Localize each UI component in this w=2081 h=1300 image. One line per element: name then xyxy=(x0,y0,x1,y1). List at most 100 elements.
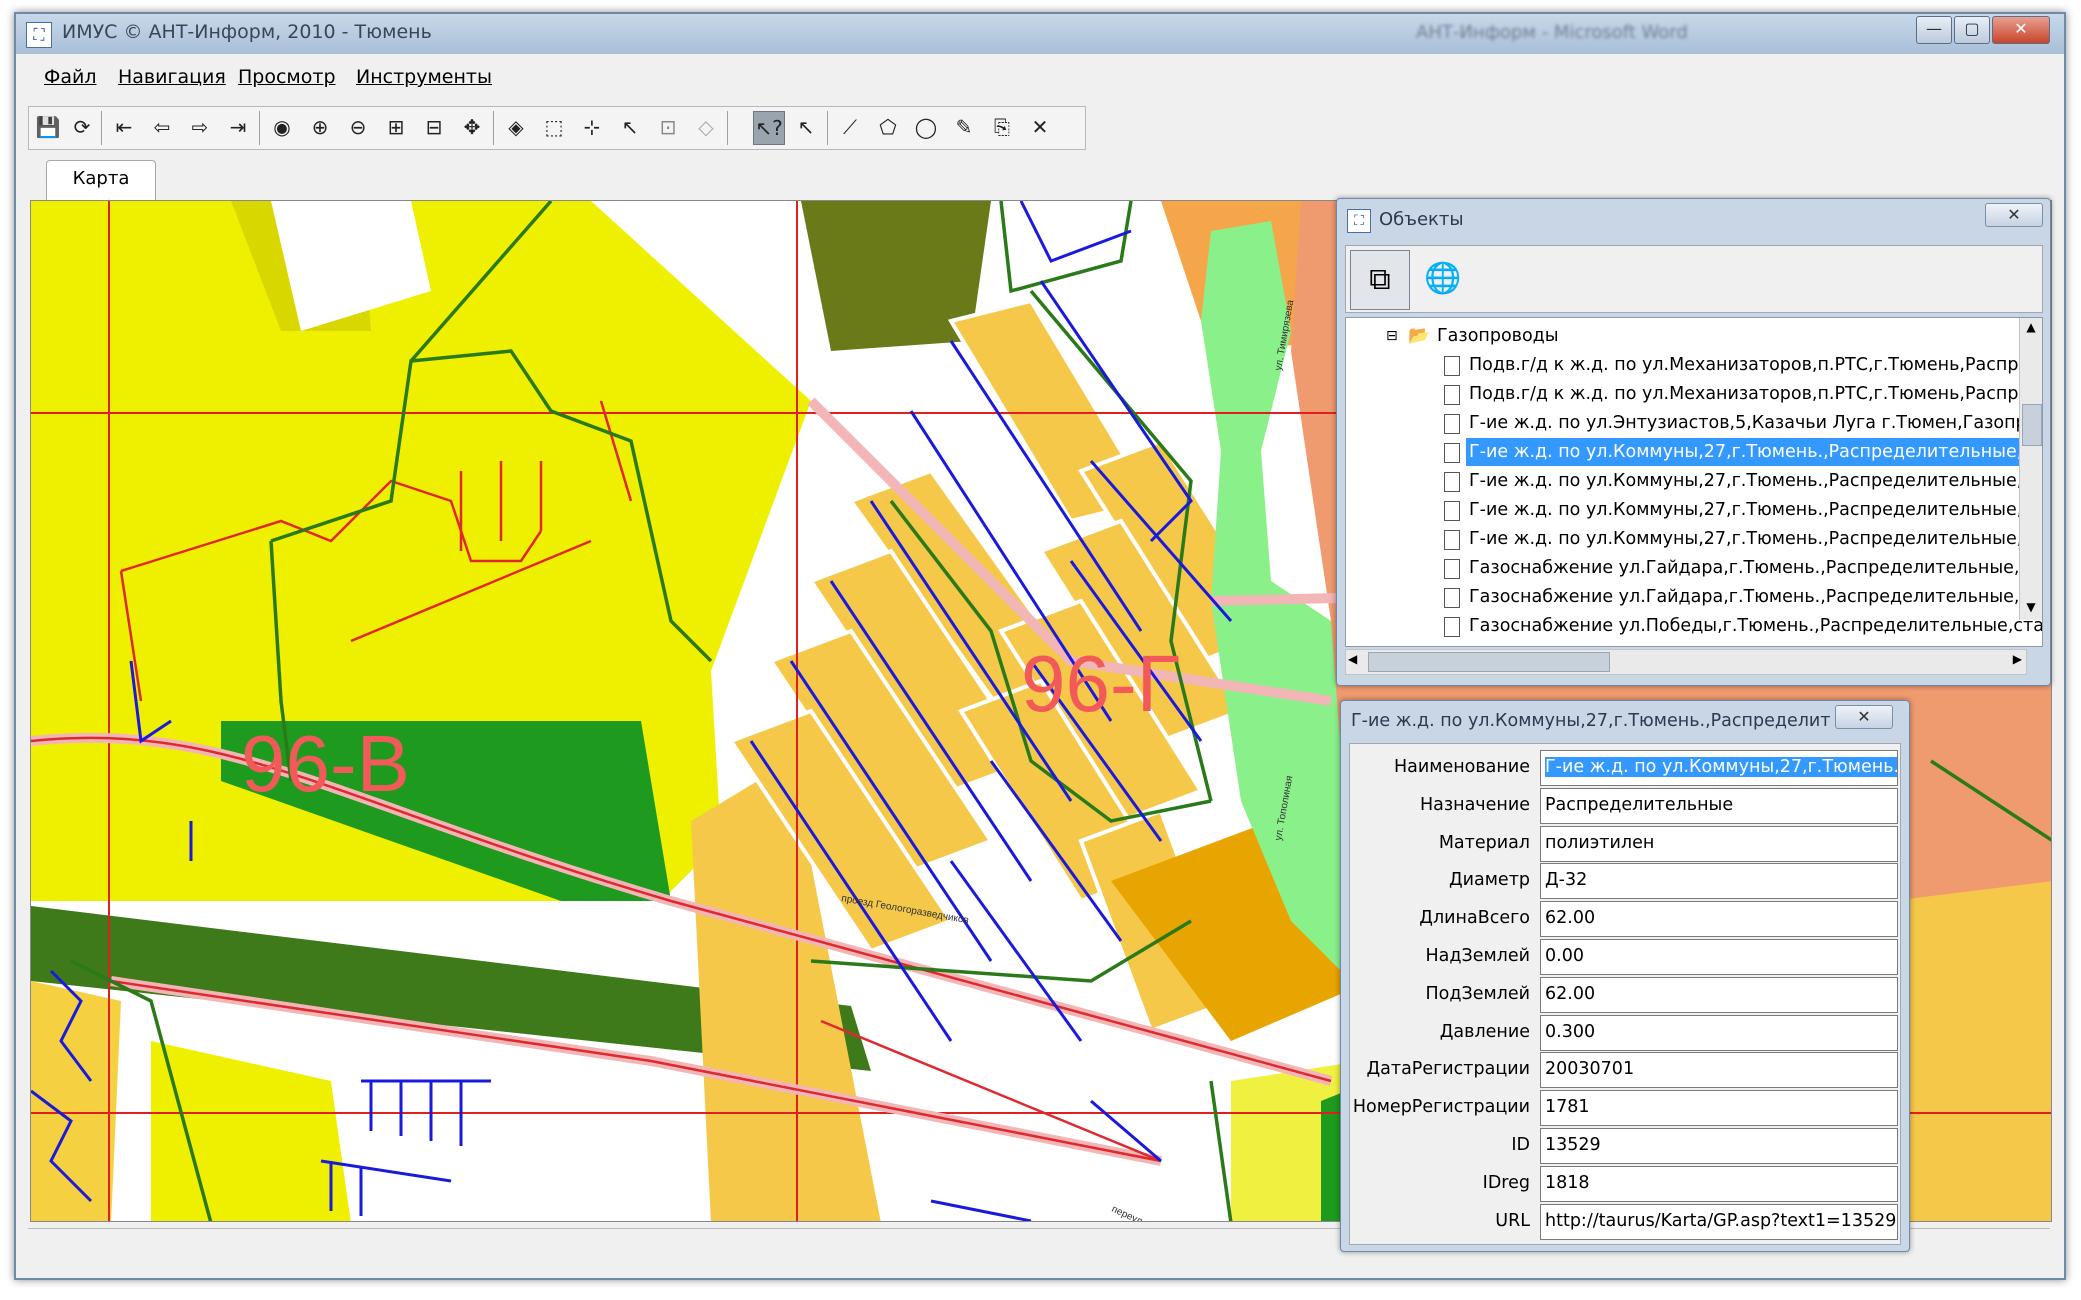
tree-item-label: Газоснабжение ул.Победы,г.Тюмень.,Распре… xyxy=(1469,616,2043,636)
objects-panel-close-button[interactable]: ✕ xyxy=(1985,203,2043,227)
globe-icon[interactable]: ◉ xyxy=(267,111,297,143)
scroll-left-icon[interactable]: ◀ xyxy=(1348,652,1357,666)
document-icon xyxy=(1444,588,1460,608)
pan-icon[interactable]: ✥ xyxy=(457,111,487,143)
menu-view[interactable]: Просмотр xyxy=(238,66,336,88)
draw-circle-icon[interactable]: ◯ xyxy=(911,111,941,143)
refresh-icon[interactable]: ⟳ xyxy=(67,111,97,143)
property-value[interactable]: 1818 xyxy=(1540,1165,1898,1202)
property-value-text: Распределительные xyxy=(1545,794,1734,815)
clear-selection-icon[interactable]: ◇ xyxy=(691,111,721,143)
tree-item[interactable]: Газоснабжение ул.Победы,г.Тюмень.,Распре… xyxy=(1346,612,2042,640)
delete-icon[interactable]: ✕ xyxy=(1025,111,1055,143)
edit-line-icon[interactable]: ✎ xyxy=(949,111,979,143)
save-icon[interactable]: 💾 xyxy=(33,111,63,143)
tree-item-label: Газоснабжение ул.Гайдара,г.Тюмень.,Распр… xyxy=(1469,587,2043,607)
menu-tools[interactable]: Инструменты xyxy=(356,66,492,88)
select-disabled-icon[interactable]: ⊡ xyxy=(653,111,683,143)
tree-item-label: Подв.г/д к ж.д. по ул.Механизаторов,п.РТ… xyxy=(1469,384,2042,404)
go-last-icon[interactable]: ⇥ xyxy=(223,111,253,143)
tree-item[interactable]: Г-ие ж.д. по ул.Коммуны,27,г.Тюмень.,Рас… xyxy=(1346,496,2042,524)
property-value[interactable]: 62.00 xyxy=(1540,976,1898,1013)
property-value[interactable]: 13529 xyxy=(1540,1128,1898,1164)
maximize-button[interactable]: ▢ xyxy=(1954,16,1990,44)
tree-item[interactable]: Г-ие ж.д. по ул.Коммуны,27,г.Тюмень.,Рас… xyxy=(1346,467,2034,495)
zoom-in-icon[interactable]: ⊕ xyxy=(305,111,335,143)
globe-grid-icon[interactable]: 🌐 xyxy=(1414,250,1472,308)
scroll-down-icon[interactable]: ▼ xyxy=(2022,600,2040,618)
tab-map[interactable]: Карта xyxy=(46,160,156,201)
property-label: ДлинаВсего xyxy=(1419,908,1530,929)
zoom-out-icon[interactable]: ⊖ xyxy=(343,111,373,143)
tree-item[interactable]: Подв.г/д к ж.д. по ул.Механизаторов,п.РТ… xyxy=(1346,380,2041,408)
identify-icon[interactable]: ↖? xyxy=(753,111,785,145)
zoom-rect-in-icon[interactable]: ⊞ xyxy=(381,111,411,143)
objects-tree[interactable]: ⊟ 📂 Газопроводы Подв.г/д к ж.д. по ул.Ме… xyxy=(1345,317,2043,647)
measure-icon[interactable]: ↖ xyxy=(791,111,821,143)
property-value-text: http://taurus/Karta/GP.asp?text1=13529 xyxy=(1545,1210,1897,1231)
property-label: НомерРегистрации xyxy=(1352,1097,1530,1118)
go-first-icon[interactable]: ⇤ xyxy=(109,111,139,143)
go-back-icon[interactable]: ⇦ xyxy=(147,111,177,143)
property-value[interactable]: 0.00 xyxy=(1540,939,1898,975)
layers-list-icon[interactable]: ⧉ xyxy=(1350,250,1410,310)
vertical-scroll-thumb[interactable] xyxy=(2022,404,2042,446)
property-value[interactable]: 0.300 xyxy=(1540,1014,1898,1051)
export-icon[interactable]: ⎘ xyxy=(987,111,1017,143)
tree-item[interactable]: Г-ие ж.д. по ул.Коммуны,27,г.Тюмень.,Рас… xyxy=(1346,525,2042,553)
tree-item[interactable]: Газоснабжение ул.Гайдара,г.Тюмень.,Распр… xyxy=(1346,554,2042,582)
tab-strip: Карта xyxy=(28,152,2048,202)
select-rect-icon[interactable]: ⬚ xyxy=(539,111,569,143)
property-value[interactable]: 1781 xyxy=(1540,1090,1898,1127)
property-label: ДатаРегистрации xyxy=(1366,1059,1530,1080)
document-icon xyxy=(1444,501,1460,521)
document-icon xyxy=(1444,385,1460,405)
menu-file[interactable]: Файл xyxy=(44,66,97,88)
document-icon xyxy=(1444,472,1460,492)
scroll-right-icon[interactable]: ▶ xyxy=(2013,652,2022,666)
tree-item[interactable]: Подв.г/д к ж.д. по ул.Механизаторов,п.РТ… xyxy=(1346,351,2041,379)
property-value-text: 62.00 xyxy=(1545,908,1596,929)
tree-item[interactable]: Газоснабжение ул.Гайдара,г.Тюмень.,Распр… xyxy=(1346,583,2042,611)
select-arrow-icon[interactable]: ↖ xyxy=(615,111,645,143)
property-value[interactable]: Г-ие ж.д. по ул.Коммуны,27,г.Тюмень.,Рас… xyxy=(1540,750,1898,786)
property-value[interactable]: http://taurus/Karta/GP.asp?text1=13529 xyxy=(1540,1203,1898,1240)
window-title: ИМУС © АНТ-Информ, 2010 - Тюмень xyxy=(62,21,432,43)
property-label: URL xyxy=(1495,1210,1530,1231)
horizontal-scroll-thumb[interactable] xyxy=(1368,652,1610,672)
select-layer-icon[interactable]: ◈ xyxy=(501,111,531,143)
document-icon xyxy=(1444,356,1460,376)
property-label: IDreg xyxy=(1482,1172,1530,1193)
property-value[interactable]: полиэтилен xyxy=(1540,825,1898,862)
map-sheet-label-96v: 96-В xyxy=(241,719,410,808)
tree-folder[interactable]: ⊟ 📂 Газопроводы xyxy=(1346,322,2022,350)
properties-panel: Г-ие ж.д. по ул.Коммуны,27,г.Тюмень.,Рас… xyxy=(1340,700,1910,1252)
zoom-rect-out-icon[interactable]: ⊟ xyxy=(419,111,449,143)
scroll-up-icon[interactable]: ▲ xyxy=(2022,320,2040,338)
objects-panel: ⛶ Объекты ✕ ⧉ 🌐 ⊟ 📂 Газопроводы Подв.г/д… xyxy=(1336,198,2051,686)
draw-polygon-icon[interactable]: ⬠ xyxy=(873,111,903,143)
document-icon xyxy=(1444,559,1460,579)
tree-vertical-scrollbar[interactable]: ▲ ▼ xyxy=(2019,318,2042,620)
menu-navigation[interactable]: Навигация xyxy=(118,66,226,88)
collapse-icon[interactable]: ⊟ xyxy=(1386,322,1398,350)
property-value-text: 20030701 xyxy=(1545,1059,1635,1080)
minimize-button[interactable]: — xyxy=(1916,16,1952,44)
property-value[interactable]: Д-32 xyxy=(1540,863,1898,900)
property-value[interactable]: 62.00 xyxy=(1540,901,1898,938)
property-value[interactable]: 20030701 xyxy=(1540,1052,1898,1089)
go-forward-icon[interactable]: ⇨ xyxy=(185,111,215,143)
properties-panel-close-button[interactable]: ✕ xyxy=(1835,705,1893,729)
property-value[interactable]: Распределительные xyxy=(1540,787,1898,824)
select-add-icon[interactable]: ⊹ xyxy=(577,111,607,143)
draw-line-icon[interactable]: ⟋ xyxy=(835,111,865,143)
document-icon xyxy=(1444,530,1460,550)
tree-item-label: Г-ие ж.д. по ул.Коммуны,27,г.Тюмень.,Рас… xyxy=(1469,500,2043,520)
tree-item[interactable]: Г-ие ж.д. по ул.Энтузиастов,5,Казачьи Лу… xyxy=(1346,409,2042,437)
tree-horizontal-scrollbar[interactable]: ◀ ▶ xyxy=(1345,649,2027,675)
map-sheet-label-96g: 96-Г xyxy=(1021,639,1180,728)
property-value-text: 0.300 xyxy=(1545,1021,1596,1042)
property-label: ID xyxy=(1511,1135,1530,1155)
close-button[interactable]: ✕ xyxy=(1992,16,2050,44)
tree-item[interactable]: Г-ие ж.д. по ул.Коммуны,27,г.Тюмень.,Рас… xyxy=(1346,438,2037,466)
